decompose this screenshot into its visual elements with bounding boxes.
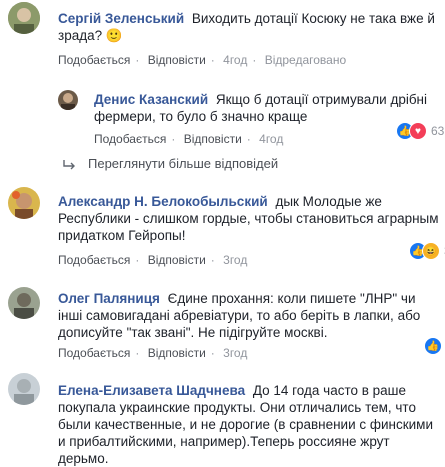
comment-author[interactable]: Сергій Зеленський (58, 11, 184, 26)
comment-author[interactable]: Денис Казанский (94, 92, 208, 107)
like-link[interactable]: Подобається (94, 132, 166, 146)
love-reaction-icon: ♥ (409, 122, 427, 140)
avatar[interactable] (58, 90, 78, 110)
reply-arrow-icon (63, 159, 75, 169)
haha-reaction-icon: 😆 (422, 242, 440, 260)
edited-label[interactable]: Відредаговано (265, 53, 346, 67)
reply-link[interactable]: Відповісти (184, 132, 242, 146)
reply-link[interactable]: Відповісти (148, 346, 206, 360)
comment-author[interactable]: Александр Н. Белокобыльский (58, 194, 268, 209)
comment-actions: Подобається · Відповісти · 4год · Відредаго… (58, 53, 347, 67)
comment-author[interactable]: Елена-Елизавета Шадчнева (58, 383, 245, 398)
avatar[interactable] (8, 287, 40, 319)
comment-author[interactable]: Олег Паляниця (58, 291, 160, 306)
comment-actions: Подобається · Відповісти · 3год (58, 253, 248, 267)
timestamp[interactable]: 4год (259, 132, 283, 146)
comment-actions: Подобається · Відповісти · 4год (94, 132, 284, 146)
avatar[interactable] (8, 187, 40, 219)
view-more-replies[interactable]: Переглянути більше відповідей (62, 156, 278, 171)
like-reaction-icon: 👍 (424, 337, 442, 355)
reply-link[interactable]: Відповісти (148, 253, 206, 267)
like-link[interactable]: Подобається (58, 53, 130, 67)
timestamp[interactable]: 3год (223, 253, 247, 267)
comment-1: Сергій Зеленський Виходить дотації Косюк… (58, 10, 438, 44)
view-more-replies-label: Переглянути більше відповідей (88, 156, 279, 171)
reply-comment: Денис Казанский Якщо б дотації отримувал… (94, 91, 429, 125)
reply-link[interactable]: Відповісти (148, 53, 206, 67)
timestamp[interactable]: 4год (223, 53, 247, 67)
comment-5: Елена-Елизавета Шадчнева До 14 года част… (58, 382, 443, 467)
smile-emoji-icon: 🙂 (105, 28, 123, 43)
timestamp[interactable]: 3год (223, 346, 247, 360)
like-link[interactable]: Подобається (58, 346, 130, 360)
reactions[interactable]: 👍 ♥ 63 (396, 122, 444, 140)
avatar[interactable] (8, 2, 40, 34)
reaction-count: 63 (431, 124, 445, 138)
avatar[interactable] (8, 373, 40, 405)
comment-4: Олег Паляниця Єдине прохання: коли пишет… (58, 290, 443, 341)
reactions[interactable]: 👍 😆 3 (409, 242, 445, 260)
comment-actions: Подобається · Відповісти · 3год (58, 346, 248, 360)
comment-3: Александр Н. Белокобыльский дык Молодые … (58, 193, 443, 244)
reactions[interactable]: 👍 (424, 337, 442, 355)
like-link[interactable]: Подобається (58, 253, 130, 267)
